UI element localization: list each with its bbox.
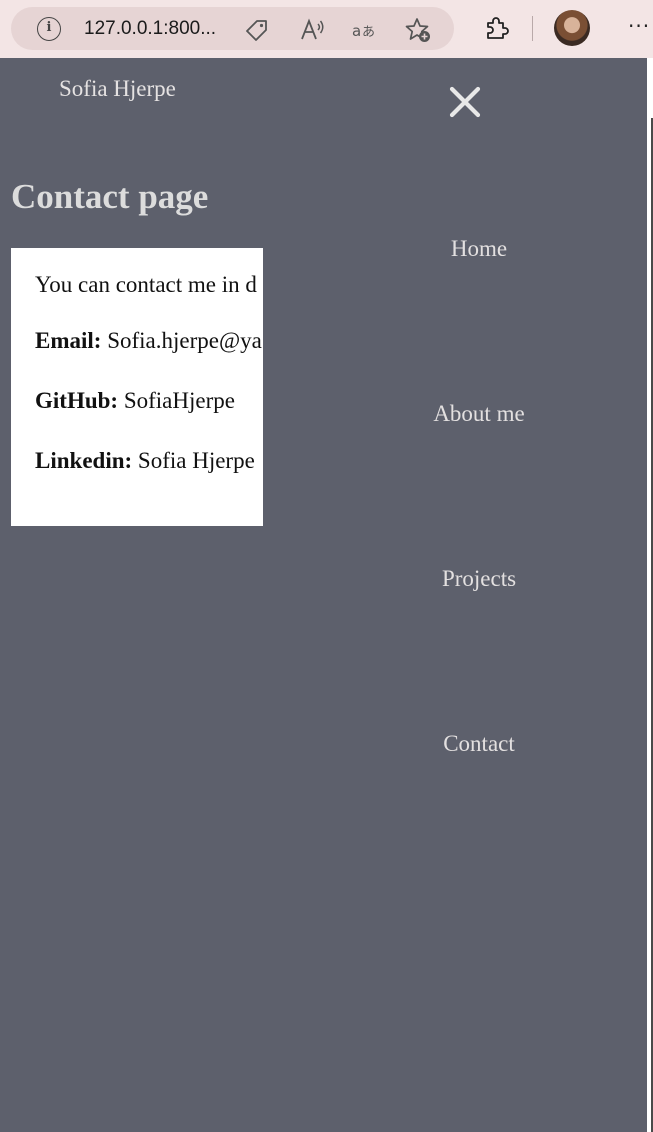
svg-text:あ: あ [362, 25, 375, 40]
github-label: GitHub: [35, 388, 119, 413]
email-value[interactable]: Sofia.hjerpe@ya [107, 328, 262, 353]
svg-text:a: a [352, 22, 361, 40]
page: Sofia Hjerpe Contact page You can contac… [0, 58, 647, 1132]
email-label: Email: [35, 328, 102, 353]
url-text[interactable]: 127.0.0.1:800... [84, 18, 216, 40]
nav-item-projects[interactable]: Projects [379, 566, 579, 592]
contact-card: You can contact me in d Email: Sofia.hje… [11, 248, 263, 526]
profile-avatar[interactable] [554, 10, 590, 46]
toolbar-separator [532, 16, 533, 41]
tag-icon[interactable] [243, 16, 271, 44]
nav-item-about-me[interactable]: About me [379, 401, 579, 427]
more-icon[interactable]: ··· [628, 14, 650, 38]
nav-item-home[interactable]: Home [379, 236, 579, 262]
nav-item-contact[interactable]: Contact [379, 731, 579, 757]
close-menu-button[interactable]: × [447, 84, 483, 120]
translate-icon[interactable]: a あ [351, 16, 379, 44]
github-row: GitHub: SofiaHjerpe [35, 388, 235, 414]
browser-toolbar: i 127.0.0.1:800... a あ ··· [0, 0, 653, 58]
page-title: Contact page [11, 177, 209, 216]
linkedin-value[interactable]: Sofia Hjerpe [138, 448, 255, 473]
extensions-icon[interactable] [482, 14, 510, 42]
github-value[interactable]: SofiaHjerpe [124, 388, 235, 413]
email-row: Email: Sofia.hjerpe@ya [35, 328, 262, 354]
info-icon[interactable]: i [37, 17, 61, 41]
favorite-add-icon[interactable] [404, 16, 432, 44]
site-name[interactable]: Sofia Hjerpe [59, 76, 176, 102]
linkedin-label: Linkedin: [35, 448, 133, 473]
contact-intro: You can contact me in d [35, 272, 257, 297]
address-bar[interactable]: i 127.0.0.1:800... a あ [11, 7, 454, 50]
read-aloud-icon[interactable] [298, 16, 326, 44]
linkedin-row: Linkedin: Sofia Hjerpe [35, 448, 255, 474]
